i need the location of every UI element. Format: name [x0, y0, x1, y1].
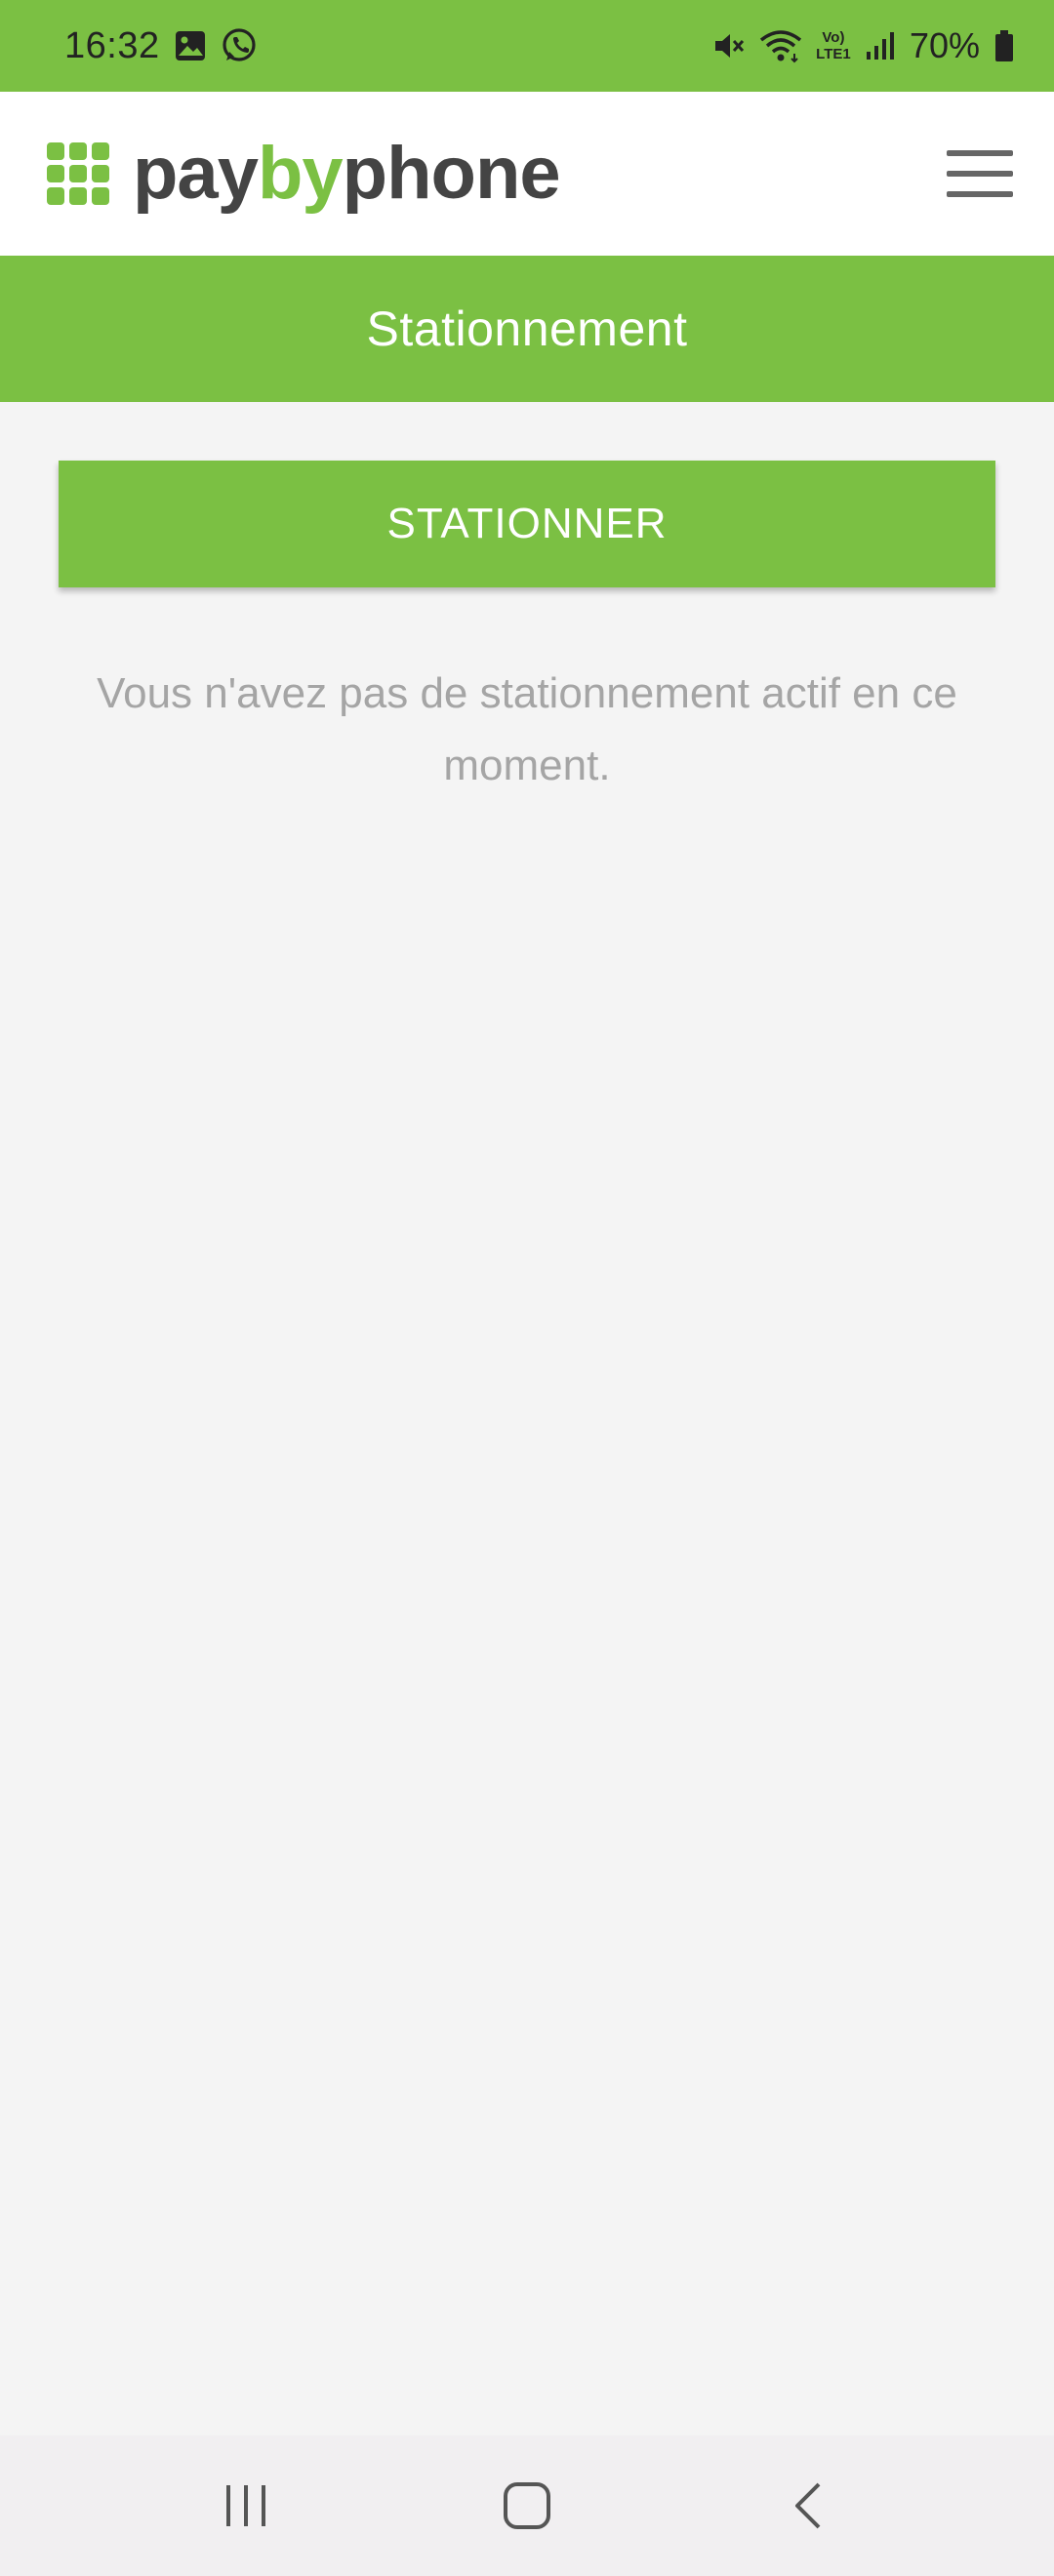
mute-icon	[712, 29, 746, 62]
battery-icon	[993, 29, 1015, 62]
recent-apps-icon[interactable]	[188, 2457, 305, 2555]
hamburger-menu-icon[interactable]	[947, 150, 1013, 197]
paybyphone-logo[interactable]: paybyphone	[47, 137, 561, 211]
system-navigation-bar	[0, 2435, 1054, 2576]
back-icon[interactable]	[749, 2457, 866, 2555]
logo-text-pay: pay	[133, 132, 259, 215]
logo-text-phone: phone	[342, 132, 561, 215]
volte-icon: Vo) LTE1	[816, 29, 851, 62]
signal-icon	[865, 30, 896, 61]
logo-grid-icon	[47, 142, 109, 205]
status-bar: 16:32 Vo) LTE1 70%	[0, 0, 1054, 92]
whatsapp-icon	[221, 27, 258, 64]
app-screen: 16:32 Vo) LTE1 70% paybyphone Stationnem…	[0, 0, 1054, 2576]
park-button[interactable]: STATIONNER	[59, 461, 995, 587]
page-title: Stationnement	[366, 302, 688, 356]
home-icon[interactable]	[468, 2457, 586, 2555]
app-header: paybyphone	[0, 92, 1054, 256]
status-time: 16:32	[64, 24, 160, 66]
page-title-bar: Stationnement	[0, 256, 1054, 402]
status-left: 16:32	[64, 25, 258, 67]
wifi-icon	[759, 28, 802, 63]
status-right: Vo) LTE1 70%	[712, 25, 1015, 66]
logo-wordmark: paybyphone	[133, 137, 561, 211]
gallery-icon	[174, 29, 207, 62]
battery-percentage: 70%	[909, 25, 980, 65]
no-active-parking-message: Vous n'avez pas de stationnement actif e…	[97, 669, 957, 789]
volte-label: Vo) LTE1	[816, 29, 851, 62]
logo-text-by: by	[257, 132, 344, 215]
